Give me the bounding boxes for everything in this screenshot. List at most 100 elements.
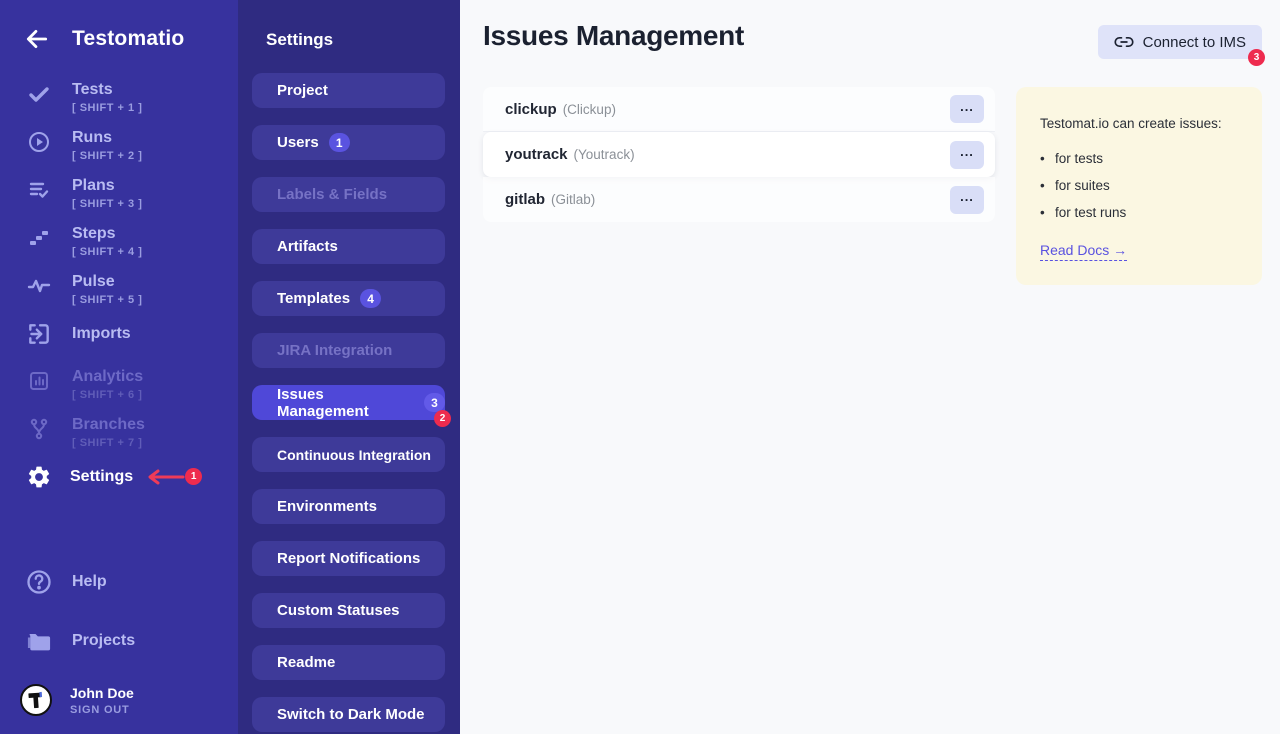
settings-item-issues-management[interactable]: Issues Management 3 2 [252, 385, 445, 420]
settings-item-project[interactable]: Project [252, 73, 445, 108]
row-actions-menu-button[interactable]: ... [950, 186, 984, 214]
settings-item-templates[interactable]: Templates 4 [252, 281, 445, 316]
settings-sidebar-title: Settings [252, 30, 445, 50]
settings-item-label: Labels & Fields [277, 186, 387, 203]
issue-name: clickup [505, 101, 557, 118]
check-icon [26, 81, 52, 107]
settings-item-users[interactable]: Users 1 [252, 125, 445, 160]
sidebar-item-label: Plans [72, 176, 142, 196]
pulse-icon [26, 273, 52, 299]
settings-item-label: Users [277, 134, 319, 151]
read-docs-link[interactable]: Read Docs → [1040, 242, 1127, 261]
settings-item-readme[interactable]: Readme [252, 645, 445, 680]
issue-row-gitlab: gitlab (Gitlab) ... [483, 177, 995, 222]
sidebar-item-settings[interactable]: Settings 1 [0, 463, 238, 490]
main-header: Issues Management Connect to IMS 3 [483, 20, 1262, 59]
settings-item-environments[interactable]: Environments [252, 489, 445, 524]
settings-item-jira-integration[interactable]: JIRA Integration [252, 333, 445, 368]
sidebar-item-runs[interactable]: Runs [ SHIFT + 2 ] [0, 128, 238, 162]
shortcut-hint: [ SHIFT + 4 ] [72, 246, 142, 258]
folder-icon [24, 626, 54, 656]
link-icon [1114, 32, 1134, 52]
row-actions-menu-button[interactable]: ... [950, 141, 984, 169]
sidebar-item-projects[interactable]: Projects [0, 625, 238, 656]
sidebar-item-analytics[interactable]: Analytics [ SHIFT + 6 ] [0, 367, 238, 401]
sidebar-item-label: Settings [70, 467, 133, 487]
settings-item-dark-mode-toggle[interactable]: Switch to Dark Mode [252, 697, 445, 732]
issue-type: (Youtrack) [574, 147, 635, 162]
git-branch-icon [26, 416, 52, 442]
issue-type: (Gitlab) [551, 192, 595, 207]
sidebar-item-label: Projects [72, 631, 135, 651]
sidebar-item-label: Runs [72, 128, 142, 148]
app-window: Testomatio Tests [ SHIFT + 1 ] Runs [ SH… [0, 0, 1280, 734]
annotation-arrow-1: 1 [143, 468, 202, 486]
shortcut-hint: [ SHIFT + 7 ] [72, 437, 145, 449]
settings-item-label: Switch to Dark Mode [277, 706, 425, 723]
avatar[interactable] [20, 684, 52, 716]
sidebar-item-help[interactable]: Help [0, 566, 238, 597]
help-circle-icon [24, 567, 54, 597]
primary-sidebar: Testomatio Tests [ SHIFT + 1 ] Runs [ SH… [0, 0, 238, 734]
info-box-title: Testomat.io can create issues: [1040, 116, 1238, 131]
settings-item-label: Report Notifications [277, 550, 420, 567]
app-logo-title[interactable]: Testomatio [72, 27, 184, 51]
sign-out-link[interactable]: SIGN OUT [70, 704, 134, 716]
shortcut-hint: [ SHIFT + 6 ] [72, 389, 143, 401]
sidebar-item-label: Tests [72, 80, 142, 100]
back-arrow-icon[interactable] [22, 24, 52, 54]
list-check-icon [26, 177, 52, 203]
sidebar-item-label: Branches [72, 415, 145, 435]
connect-to-ims-button[interactable]: Connect to IMS 3 [1098, 25, 1262, 59]
logo-row: Testomatio [0, 24, 238, 54]
info-bullet: for test runs [1040, 205, 1238, 220]
settings-item-label: Artifacts [277, 238, 338, 255]
count-badge: 4 [360, 289, 381, 308]
bar-chart-icon [26, 368, 52, 394]
sidebar-item-tests[interactable]: Tests [ SHIFT + 1 ] [0, 80, 238, 114]
settings-item-report-notifications[interactable]: Report Notifications [252, 541, 445, 576]
issue-row-clickup: clickup (Clickup) ... [483, 87, 995, 132]
page-title: Issues Management [483, 20, 744, 52]
sidebar-bottom-group: Help Projects John Doe SIGN OUT [0, 566, 238, 716]
import-box-icon [26, 321, 52, 347]
sidebar-item-label: Pulse [72, 272, 142, 292]
sidebar-item-imports[interactable]: Imports [0, 320, 238, 347]
settings-item-custom-statuses[interactable]: Custom Statuses [252, 593, 445, 628]
primary-nav: Tests [ SHIFT + 1 ] Runs [ SHIFT + 2 ] [0, 80, 238, 566]
sidebar-item-label: Imports [72, 324, 131, 344]
main-content: Issues Management Connect to IMS 3 click… [460, 0, 1280, 734]
info-bullet-list: for tests for suites for test runs [1040, 151, 1238, 220]
count-badge: 1 [329, 133, 350, 152]
annotation-step-badge: 2 [434, 410, 451, 427]
sidebar-item-pulse[interactable]: Pulse [ SHIFT + 5 ] [0, 272, 238, 306]
settings-sidebar: Settings Project Users 1 Labels & Fields… [238, 0, 460, 734]
settings-item-artifacts[interactable]: Artifacts [252, 229, 445, 264]
settings-item-continuous-integration[interactable]: Continuous Integration [252, 437, 445, 472]
issues-list: clickup (Clickup) ... youtrack (Youtrack… [483, 87, 995, 222]
shortcut-hint: [ SHIFT + 3 ] [72, 198, 142, 210]
settings-item-label: Custom Statuses [277, 602, 400, 619]
user-name: John Doe [70, 685, 134, 701]
content-row: clickup (Clickup) ... youtrack (Youtrack… [483, 87, 1262, 285]
issue-name: gitlab [505, 191, 545, 208]
row-actions-menu-button[interactable]: ... [950, 95, 984, 123]
connect-to-ims-label: Connect to IMS [1143, 34, 1246, 51]
settings-item-label: Continuous Integration [277, 447, 431, 463]
issue-type: (Clickup) [563, 102, 616, 117]
issue-row-youtrack: youtrack (Youtrack) ... [483, 132, 995, 177]
play-circle-icon [26, 129, 52, 155]
sidebar-item-label: Steps [72, 224, 142, 244]
stairs-icon [26, 225, 52, 251]
info-bullet: for suites [1040, 178, 1238, 193]
shortcut-hint: [ SHIFT + 5 ] [72, 294, 142, 306]
sidebar-item-plans[interactable]: Plans [ SHIFT + 3 ] [0, 176, 238, 210]
sidebar-item-steps[interactable]: Steps [ SHIFT + 4 ] [0, 224, 238, 258]
shortcut-hint: [ SHIFT + 2 ] [72, 150, 142, 162]
settings-item-labels-fields[interactable]: Labels & Fields [252, 177, 445, 212]
sidebar-item-label: Help [72, 572, 107, 592]
sidebar-item-branches[interactable]: Branches [ SHIFT + 7 ] [0, 415, 238, 449]
shortcut-hint: [ SHIFT + 1 ] [72, 102, 142, 114]
sidebar-item-label: Analytics [72, 367, 143, 387]
info-box: Testomat.io can create issues: for tests… [1016, 87, 1262, 285]
